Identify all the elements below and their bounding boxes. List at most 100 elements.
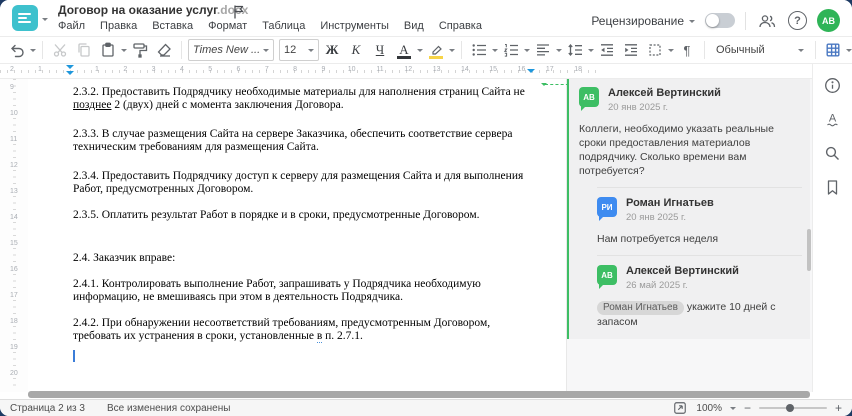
ruler-number: 15 [489,66,498,73]
bold-label: Ж [325,42,339,57]
highlight-caret-icon[interactable] [449,49,455,55]
menubar: Файл Правка Вставка Формат Таблица Инструмент… [58,20,482,32]
collaboration-users-icon[interactable] [756,10,778,32]
paste-button[interactable] [97,39,119,61]
toolbar: Times New ... 12 Ж К Ч А ¶ Обычный ••• [0,36,852,64]
menu-item-3[interactable]: Формат [208,20,247,32]
menu-item-1[interactable]: Правка [100,20,137,32]
insert-table-caret-icon[interactable] [846,49,852,55]
insert-table-button[interactable] [822,39,844,61]
right-indent-marker[interactable] [527,69,535,77]
undo-button[interactable] [6,39,28,61]
ruler-number: 11 [10,135,18,144]
doc-paragraph[interactable]: 2.3.3. В случае размещения Сайта на серв… [73,128,534,154]
bullet-list-button[interactable] [468,39,490,61]
bookmark-icon[interactable] [822,176,844,198]
logo-menu-caret-icon[interactable] [42,18,48,24]
bold-button[interactable]: Ж [321,39,343,61]
app-logo-icon[interactable] [12,5,38,31]
user-avatar[interactable]: АВ [817,9,840,32]
info-icon[interactable] [822,74,844,96]
comment-thread[interactable]: АВ Алексей Вертинский 20 янв 2025 г. Кол… [567,79,810,339]
menu-item-5[interactable]: Инструменты [320,20,389,32]
mention-pill[interactable]: Роман Игнатьев [597,301,684,315]
decrease-indent-button[interactable] [596,39,618,61]
ruler-number: 8 [293,66,298,73]
comment-reply[interactable]: РИ Роман Игнатьев 20 янв 2025 г. Нам пот… [597,197,802,246]
document-page[interactable]: 2.3.2. Предоставить Подрядчику необходим… [28,79,595,392]
zoom-out-button[interactable]: − [744,401,751,415]
vertical-ruler[interactable]: 9 10 11 12 13 14 15 16 17 18 19 20 [0,79,28,392]
clear-style-button[interactable] [153,39,175,61]
align-caret-icon[interactable] [556,49,562,55]
comment[interactable]: АВ Алексей Вертинский 20 янв 2025 г. Кол… [579,87,802,178]
paragraph-settings-caret-icon[interactable] [668,49,674,55]
underline-button[interactable]: Ч [369,39,391,61]
toolbar-divider [42,41,43,59]
menu-item-6[interactable]: Вид [404,20,424,32]
italic-button[interactable]: К [345,39,367,61]
help-button[interactable]: ? [788,11,807,30]
doc-paragraph[interactable]: 2.4. Заказчик вправе: [73,252,534,265]
help-label: ? [794,14,801,27]
font-size-combo[interactable]: 12 [279,39,319,61]
doc-paragraph[interactable]: 2.3.5. Оплатить результат Работ в порядк… [73,209,534,222]
font-color-button[interactable]: А [393,39,415,61]
doc-text-commented[interactable]: позднее [73,99,111,111]
highlight-button[interactable] [425,39,447,61]
numbered-list-caret-icon[interactable] [524,49,530,55]
font-name-value: Times New ... [193,44,261,56]
paragraph-settings-button[interactable] [644,39,666,61]
comment-avatar: АВ [579,87,599,111]
zoom-in-button[interactable]: + [835,401,842,415]
style-combo[interactable]: Обычный [711,39,809,61]
horizontal-ruler[interactable]: 2 1 1 2 3 4 5 6 7 8 9 10 11 12 13 14 15 16 17 18 [0,64,812,79]
menu-item-7[interactable]: Справка [439,20,482,32]
font-name-caret-icon [263,49,269,55]
comments-scrollbar[interactable] [807,229,811,271]
ruler-number: 6 [236,66,241,73]
font-color-bar [397,56,411,59]
ruler-number: 17 [545,66,554,73]
line-spacing-caret-icon[interactable] [588,49,594,55]
doc-paragraph[interactable]: 2.3.2. Предоставить Подрядчику необходим… [73,86,534,112]
increase-indent-button[interactable] [620,39,642,61]
font-name-combo[interactable]: Times New ... [188,39,274,61]
align-left-button[interactable] [532,39,554,61]
zoom-value[interactable]: 100% [696,403,722,414]
page-indicator[interactable]: Страница 2 из 3 [10,403,85,414]
menu-item-0[interactable]: Файл [58,20,85,32]
zoom-slider-knob[interactable] [786,404,795,412]
format-painter-button[interactable] [129,39,151,61]
menu-item-4[interactable]: Таблица [262,20,305,32]
font-color-caret-icon[interactable] [417,49,423,55]
ruler-number: 13 [432,66,441,73]
spellcheck-icon[interactable]: А [822,108,844,130]
nonprinting-chars-button[interactable]: ¶ [676,39,698,61]
ruler-number: 10 [347,66,356,73]
horizontal-scrollbar[interactable] [28,391,810,398]
doc-paragraph[interactable]: 2.3.4. Предоставить Подрядчику доступ к … [73,170,534,196]
review-toggle[interactable] [705,13,735,28]
left-indent-marker[interactable] [66,71,74,79]
search-icon[interactable] [822,142,844,164]
comment-reply[interactable]: АВ Алексей Вертинский 26 май 2025 г. Ром… [597,265,802,329]
zoom-slider[interactable] [758,404,827,412]
fit-width-icon[interactable] [672,400,688,416]
doc-paragraph[interactable]: 2.4.1. Контролировать выполнение Работ, … [73,278,534,304]
zoom-caret-icon[interactable] [729,407,736,413]
line-spacing-button[interactable] [564,39,586,61]
doc-paragraph[interactable]: 2.4.2. При обнаружении несоответствий тр… [73,317,534,343]
bullet-list-caret-icon[interactable] [492,49,498,55]
doc-text: 2 (двух) дней с момента заключения Догов… [111,99,344,111]
cut-button[interactable] [49,39,71,61]
numbered-list-button[interactable] [500,39,522,61]
review-mode-dropdown[interactable]: Рецензирование [591,14,695,28]
menu-item-2[interactable]: Вставка [152,20,193,32]
paste-caret-icon[interactable] [121,49,127,55]
copy-button[interactable] [73,39,95,61]
avatar-initials: АВ [583,92,595,102]
undo-caret-icon[interactable] [30,49,36,55]
comment-text: Коллеги, необходимо указать реальные сро… [579,123,774,177]
ruler-number: 1 [95,66,99,73]
